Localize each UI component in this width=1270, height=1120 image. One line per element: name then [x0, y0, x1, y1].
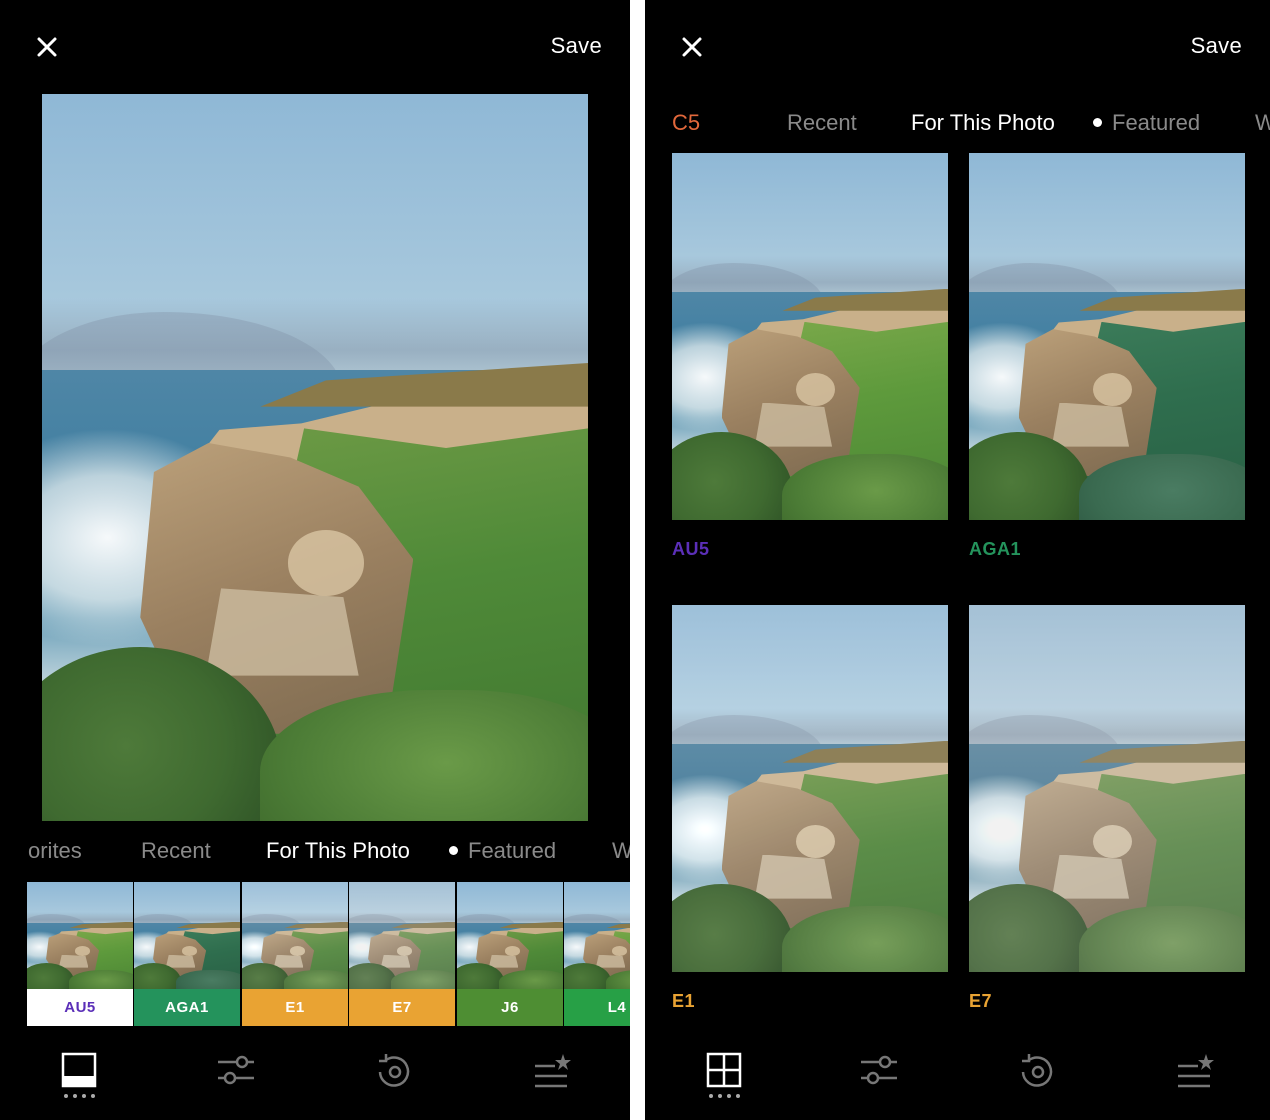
main-photo-preview: [42, 94, 588, 821]
history-tool-button[interactable]: [1013, 1052, 1061, 1112]
grid-view-button[interactable]: [700, 1052, 748, 1112]
preset-label: L4: [564, 989, 630, 1026]
history-tool-button[interactable]: [370, 1052, 418, 1112]
preset-label: E7: [969, 991, 993, 1011]
history-icon: [1021, 1054, 1053, 1087]
tab-featured[interactable]: Featured: [449, 838, 556, 864]
preset-preview: [134, 882, 240, 989]
save-button[interactable]: Save: [1191, 33, 1242, 59]
history-icon: [378, 1054, 410, 1087]
preset-card-e7[interactable]: E7: [969, 605, 1245, 1011]
preset-preview: [457, 882, 563, 989]
sliders-icon: [218, 1055, 254, 1085]
preset-strip: AU5 AGA1 E1 E7 J6 L4: [27, 882, 630, 1026]
preset-label: AU5: [672, 539, 710, 559]
preset-preview: [672, 153, 948, 520]
bottom-toolbar: [645, 1040, 1270, 1120]
recipes-tool-button[interactable]: [1170, 1052, 1218, 1112]
preset-preview: [672, 605, 948, 972]
tab-next[interactable]: W: [1255, 110, 1270, 136]
preset-thumb-l4[interactable]: L4: [564, 882, 630, 1026]
preset-thumb-aga1[interactable]: AGA1: [134, 882, 240, 1026]
close-button[interactable]: [30, 30, 64, 64]
page-dots: [55, 1094, 103, 1098]
page-dots: [700, 1094, 748, 1098]
adjust-tool-button[interactable]: [212, 1052, 260, 1112]
close-icon: [37, 37, 57, 57]
tab-for-this-photo[interactable]: For This Photo: [911, 110, 1055, 136]
presets-tool-button[interactable]: [55, 1052, 103, 1112]
preset-grid-panel: Save C5 Recent For This Photo Featured W…: [645, 0, 1270, 1120]
preset-preview: [27, 882, 133, 989]
preset-thumb-au5[interactable]: AU5: [27, 882, 133, 1026]
preset-label: AU5: [27, 989, 133, 1026]
close-icon: [682, 37, 702, 57]
preset-preview: [242, 882, 348, 989]
tab-featured-label: Featured: [1112, 110, 1201, 135]
bottom-toolbar: [0, 1040, 630, 1120]
filter-category-tabs: orites Recent For This Photo Featured W: [0, 838, 630, 868]
adjust-tool-button[interactable]: [855, 1052, 903, 1112]
preset-thumb-j6[interactable]: J6: [457, 882, 563, 1026]
preset-thumb-e1[interactable]: E1: [242, 882, 348, 1026]
new-indicator-dot: [449, 845, 458, 855]
recipes-icon: [1178, 1054, 1214, 1088]
preset-label: E7: [349, 989, 455, 1026]
editor-panel: Save orites Recent For This Photo Featur…: [0, 0, 630, 1120]
preset-preview: [564, 882, 630, 989]
new-indicator-dot: [1093, 117, 1102, 127]
close-button[interactable]: [675, 30, 709, 64]
save-button[interactable]: Save: [551, 33, 602, 59]
preset-thumb-e7[interactable]: E7: [349, 882, 455, 1026]
tab-favorites[interactable]: orites: [28, 838, 82, 864]
preset-card-e1[interactable]: E1: [672, 605, 948, 1011]
preset-card-au5[interactable]: AU5: [672, 153, 948, 559]
preset-label: AGA1: [969, 539, 1022, 559]
tab-recent[interactable]: Recent: [141, 838, 211, 864]
filter-category-tabs: C5 Recent For This Photo Featured W: [645, 110, 1270, 140]
preset-preview: [969, 153, 1245, 520]
tab-featured[interactable]: Featured: [1093, 110, 1200, 136]
sliders-icon: [861, 1055, 897, 1085]
recipes-tool-button[interactable]: [527, 1052, 575, 1112]
preset-label: E1: [672, 991, 696, 1011]
image-icon: [61, 1052, 97, 1088]
recipes-icon: [535, 1054, 571, 1088]
preset-preview: [349, 882, 455, 989]
preset-preview: [969, 605, 1245, 972]
tab-c5[interactable]: C5: [672, 110, 700, 136]
preset-label: J6: [457, 989, 563, 1026]
tab-featured-label: Featured: [468, 838, 557, 863]
tab-for-this-photo[interactable]: For This Photo: [266, 838, 410, 864]
tab-next[interactable]: W: [612, 838, 630, 864]
grid-icon: [706, 1052, 742, 1088]
preset-card-aga1[interactable]: AGA1: [969, 153, 1245, 559]
tab-recent[interactable]: Recent: [787, 110, 857, 136]
preset-label: E1: [242, 989, 348, 1026]
preset-label: AGA1: [134, 989, 240, 1026]
